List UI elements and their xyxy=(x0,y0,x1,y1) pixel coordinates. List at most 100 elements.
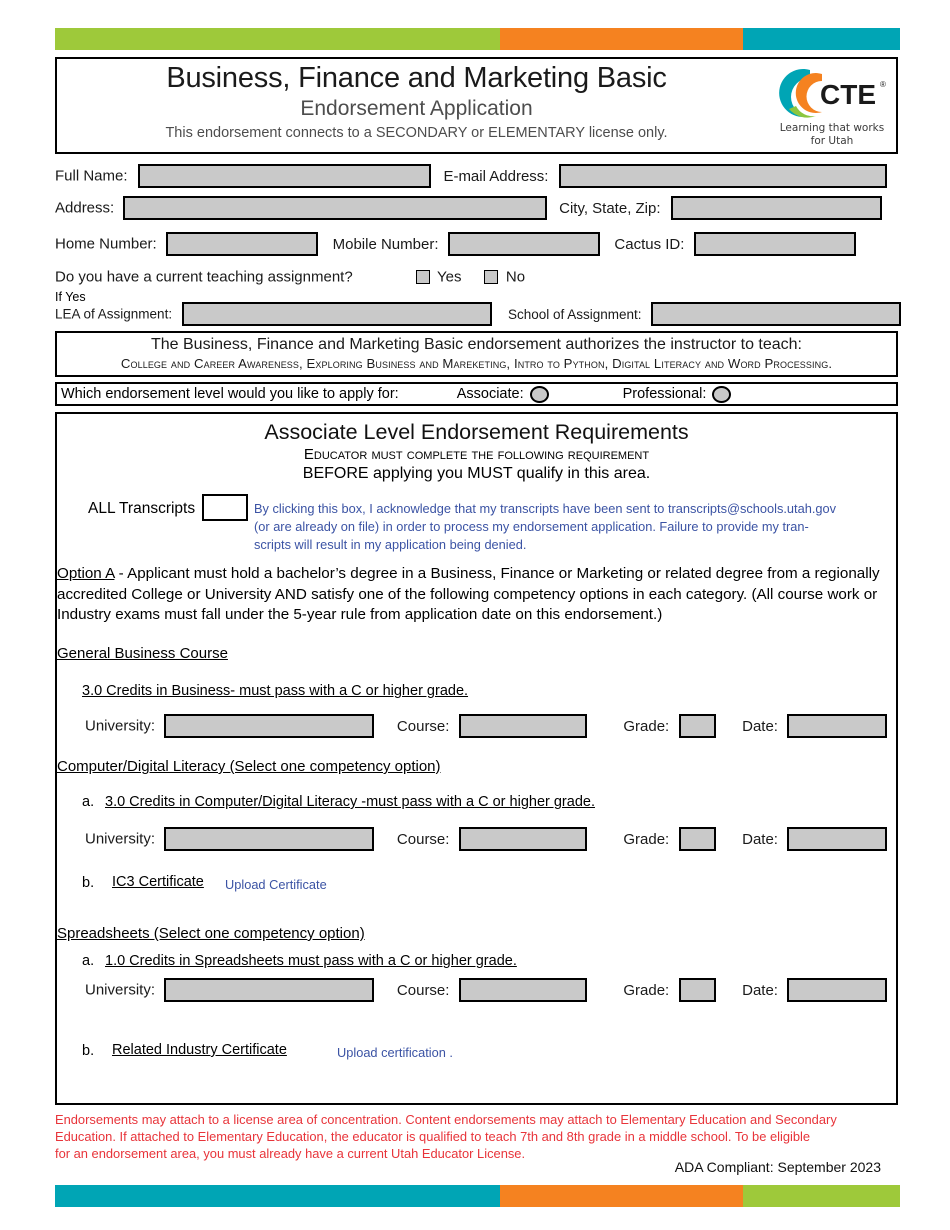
requirements-sub2: BEFORE applying you MUST qualify in this… xyxy=(302,465,651,482)
email-input[interactable] xyxy=(558,164,887,188)
section-heading-spreadsheets: Spreadsheets (Select one competency opti… xyxy=(57,925,365,942)
transcripts-note-line2: (or are already on file) in order to pro… xyxy=(254,519,809,535)
section-item-computer-literacy: 3.0 Credits in Computer/Digital Literacy… xyxy=(105,794,595,810)
section-item-letter-3b: b. xyxy=(82,1043,95,1059)
section-item-letter-2b: b. xyxy=(82,875,95,891)
authorization-box: The Business, Finance and Marketing Basi… xyxy=(55,331,898,377)
top-bar-segment-green xyxy=(55,28,500,50)
mobile-number-input[interactable] xyxy=(447,232,600,256)
fields-row-computer-literacy: University: Course: Grade: Date: xyxy=(85,827,888,851)
grade-label-3: Grade: xyxy=(623,981,670,999)
date-label-2: Date: xyxy=(742,830,778,848)
cte-tagline-line2: for Utah xyxy=(810,135,854,148)
university-input-2[interactable] xyxy=(164,827,375,851)
fields-row-spreadsheets: University: Course: Grade: Date: xyxy=(85,978,888,1002)
bottom-bar-segment-teal xyxy=(55,1185,500,1207)
address-input[interactable] xyxy=(122,196,547,220)
bottom-color-bar xyxy=(55,1185,900,1207)
page-note: This endorsement connects to a SECONDARY… xyxy=(165,125,668,142)
grade-input-2[interactable] xyxy=(678,827,716,851)
all-transcripts-checkbox[interactable] xyxy=(202,494,248,521)
course-input-3[interactable] xyxy=(458,978,587,1002)
full-name-input[interactable] xyxy=(137,164,431,188)
school-input[interactable] xyxy=(651,302,902,326)
lea-label: LEA of Assignment: xyxy=(55,306,173,322)
cte-logo: CTE ® Learning that works for Utah xyxy=(776,65,888,151)
cte-logo-glyphs: CTE ® xyxy=(776,65,888,121)
city-state-zip-input[interactable] xyxy=(670,196,882,220)
professional-label: Professional: xyxy=(622,386,707,402)
teaching-yes-label: Yes xyxy=(437,268,462,286)
upload-certification-link[interactable]: Upload certification . xyxy=(337,1044,453,1062)
course-label-1: Course: xyxy=(396,717,450,735)
cactus-id-input[interactable] xyxy=(693,232,856,256)
section-item-letter-3a: a. xyxy=(82,953,95,969)
university-input-1[interactable] xyxy=(164,714,375,738)
home-number-label: Home Number: xyxy=(55,235,157,253)
grade-label-2: Grade: xyxy=(623,830,670,848)
footer-disclaimer-line2: Education. If attached to Elementary Edu… xyxy=(55,1129,811,1145)
section-heading-general-business: General Business Course xyxy=(57,645,228,662)
course-label-2: Course: xyxy=(396,830,450,848)
grade-input-1[interactable] xyxy=(678,714,716,738)
email-label: E-mail Address: xyxy=(443,167,549,185)
date-input-1[interactable] xyxy=(787,714,888,738)
cte-wordmark: CTE ® xyxy=(820,79,886,110)
top-color-bar xyxy=(55,28,900,50)
bottom-bar-segment-orange xyxy=(500,1185,743,1207)
header-title-block: Business, Finance and Marketing Basic En… xyxy=(57,59,776,143)
footer-disclaimer-line1: Endorsements may attach to a license are… xyxy=(55,1112,837,1127)
all-transcripts-label: ALL Transcripts xyxy=(88,500,196,517)
date-input-2[interactable] xyxy=(787,827,888,851)
option-a-tag: Option A xyxy=(57,565,115,582)
row-phone-cactus: Home Number: Mobile Number: Cactus ID: xyxy=(55,232,856,256)
upload-certificate-link[interactable]: Upload Certificate xyxy=(225,876,327,894)
associate-radio[interactable] xyxy=(529,385,549,403)
address-label: Address: xyxy=(55,199,115,217)
university-label-2: University: xyxy=(85,830,156,848)
fields-row-general-business: University: Course: Grade: Date: xyxy=(85,714,888,738)
teaching-no-checkbox[interactable] xyxy=(484,269,499,284)
associate-label: Associate: xyxy=(456,386,524,402)
lea-input[interactable] xyxy=(181,302,492,326)
row-teaching-assignment: Do you have a current teaching assignmen… xyxy=(55,268,525,286)
course-input-1[interactable] xyxy=(458,714,587,738)
section-item-letter-2a: a. xyxy=(82,794,95,810)
course-label-3: Course: xyxy=(396,981,450,999)
endorsement-level-bar: Which endorsement level would you like t… xyxy=(55,382,898,406)
requirements-sub1: Educator must complete the following req… xyxy=(303,446,650,463)
top-bar-segment-orange xyxy=(500,28,743,50)
row-name-email: Full Name: E-mail Address: xyxy=(55,164,887,188)
option-a-text: - Applicant must hold a bachelor’s degre… xyxy=(57,565,880,624)
bottom-bar-segment-green xyxy=(743,1185,900,1207)
course-input-2[interactable] xyxy=(458,827,587,851)
transcripts-note-line3: scripts will result in my application be… xyxy=(254,537,527,553)
row-address-city: Address: City, State, Zip: xyxy=(55,196,882,220)
university-label-1: University: xyxy=(85,717,156,735)
page-title: Business, Finance and Marketing Basic xyxy=(166,62,667,94)
teaching-yes-checkbox[interactable] xyxy=(415,269,430,284)
option-a-paragraph: Option A - Applicant must hold a bachelo… xyxy=(57,564,894,626)
date-input-3[interactable] xyxy=(787,978,888,1002)
grade-input-3[interactable] xyxy=(678,978,716,1002)
section-heading-computer-literacy: Computer/Digital Literacy (Select one co… xyxy=(57,758,441,775)
school-label: School of Assignment: xyxy=(507,306,642,322)
transcripts-note: By clicking this box, I acknowledge that… xyxy=(254,500,894,554)
university-input-3[interactable] xyxy=(164,978,375,1002)
teaching-assignment-question: Do you have a current teaching assignmen… xyxy=(55,268,353,286)
ada-compliance-note: ADA Compliant: September 2023 xyxy=(674,1159,881,1175)
grade-label-1: Grade: xyxy=(623,717,670,735)
mobile-number-label: Mobile Number: xyxy=(332,235,439,253)
svg-text:®: ® xyxy=(880,80,886,89)
full-name-label: Full Name: xyxy=(55,167,128,185)
teaching-no-label: No xyxy=(505,268,526,286)
cte-tagline-line1: Learning that works xyxy=(779,122,885,134)
section-item-general-business: 3.0 Credits in Business- must pass with … xyxy=(82,683,469,699)
home-number-input[interactable] xyxy=(166,232,319,256)
transcripts-note-line1: By clicking this box, I acknowledge that… xyxy=(254,501,837,516)
svg-text:CTE: CTE xyxy=(820,79,876,110)
requirements-title: Associate Level Endorsement Requirements xyxy=(264,420,689,444)
footer-disclaimer: Endorsements may attach to a license are… xyxy=(55,1111,898,1162)
professional-radio[interactable] xyxy=(712,385,732,403)
date-label-3: Date: xyxy=(742,981,778,999)
